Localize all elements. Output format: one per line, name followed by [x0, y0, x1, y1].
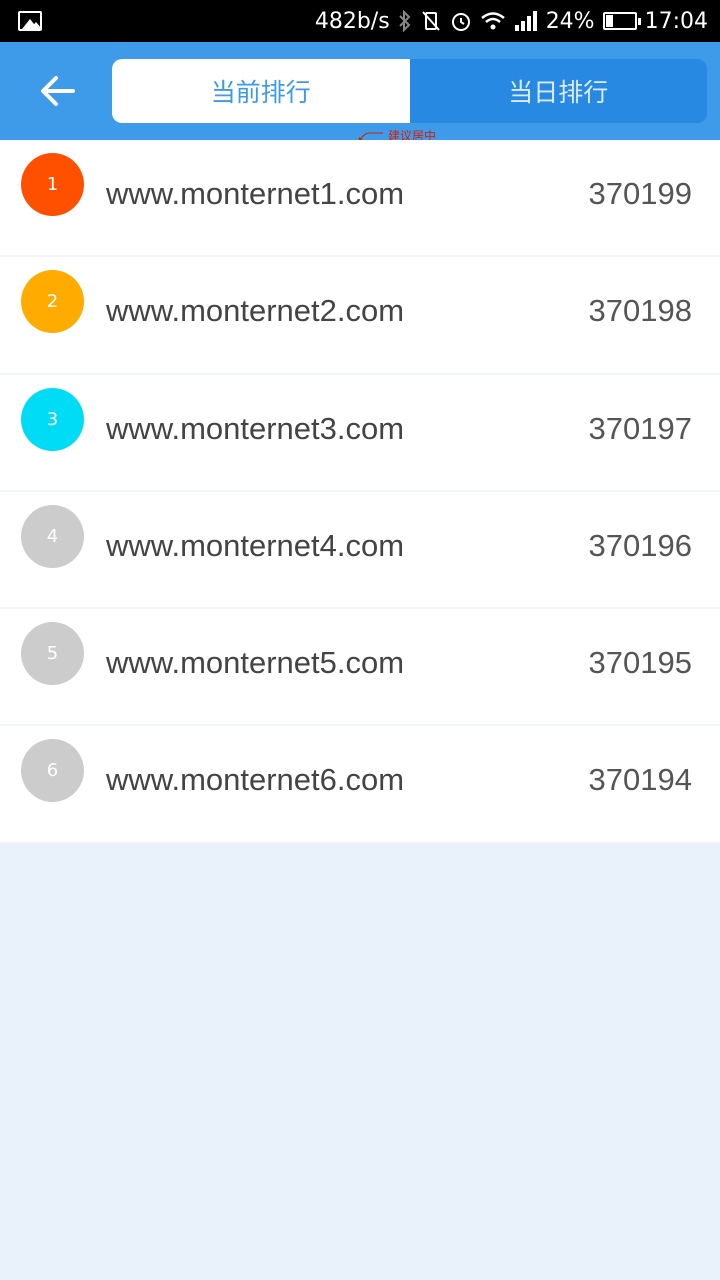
signal-icon: [514, 11, 538, 31]
tab-daily-ranking-label: 当日排行: [508, 78, 609, 107]
list-item[interactable]: 2 www.monternet2.com 370198: [0, 257, 720, 375]
tab-current-ranking[interactable]: 当前排行: [112, 59, 410, 123]
list-item[interactable]: 3 www.monternet3.com 370197: [0, 374, 720, 492]
battery-icon: [602, 12, 641, 30]
site-score: 370194: [588, 762, 692, 798]
clock: 17:04: [644, 8, 708, 34]
list-item[interactable]: 5 www.monternet5.com 370195: [0, 609, 720, 727]
bluetooth-icon: [398, 10, 412, 32]
vibrate-off-icon: [420, 10, 442, 32]
site-url: www.monternet6.com: [106, 762, 405, 798]
ranking-list: 1 www.monternet1.com 370199 2 www.monternet2…: [0, 140, 720, 844]
back-arrow-icon: [41, 76, 75, 106]
site-score: 370198: [588, 293, 692, 329]
list-item[interactable]: 6 www.monternet6.com 370194: [0, 726, 720, 844]
gallery-icon: [18, 11, 42, 31]
ranking-tabs: 当前排行 当日排行: [112, 59, 707, 123]
wifi-icon: [480, 10, 506, 32]
site-score: 370197: [588, 410, 692, 446]
battery-percent: 24%: [545, 8, 595, 34]
list-item[interactable]: 1 www.monternet1.com 370199: [0, 140, 720, 258]
site-score: 370196: [588, 527, 692, 563]
site-url: www.monternet3.com: [106, 410, 405, 446]
rank-badge: 2: [21, 270, 84, 334]
rank-badge: 1: [21, 153, 84, 216]
network-speed: 482b/s: [314, 8, 390, 34]
rank-badge: 6: [21, 739, 84, 803]
site-url: www.monternet2.com: [106, 293, 405, 329]
site-url: www.monternet4.com: [106, 527, 405, 563]
tab-daily-ranking[interactable]: 当日排行: [409, 59, 707, 123]
alarm-icon: [450, 10, 472, 32]
app-bar: 当前排行 当日排行 建议居中: [0, 42, 720, 143]
rank-badge: 4: [21, 504, 84, 568]
site-score: 370199: [588, 176, 692, 211]
rank-badge: 5: [21, 622, 84, 686]
list-item[interactable]: 4 www.monternet4.com 370196: [0, 491, 720, 610]
site-url: www.monternet5.com: [106, 645, 405, 681]
site-url: www.monternet1.com: [106, 176, 405, 211]
rank-badge: 3: [21, 387, 84, 451]
tab-current-ranking-label: 当前排行: [210, 78, 311, 107]
site-score: 370195: [588, 645, 692, 681]
status-bar: 482b/s 24% 17:04: [0, 0, 720, 42]
back-button[interactable]: [22, 66, 92, 116]
